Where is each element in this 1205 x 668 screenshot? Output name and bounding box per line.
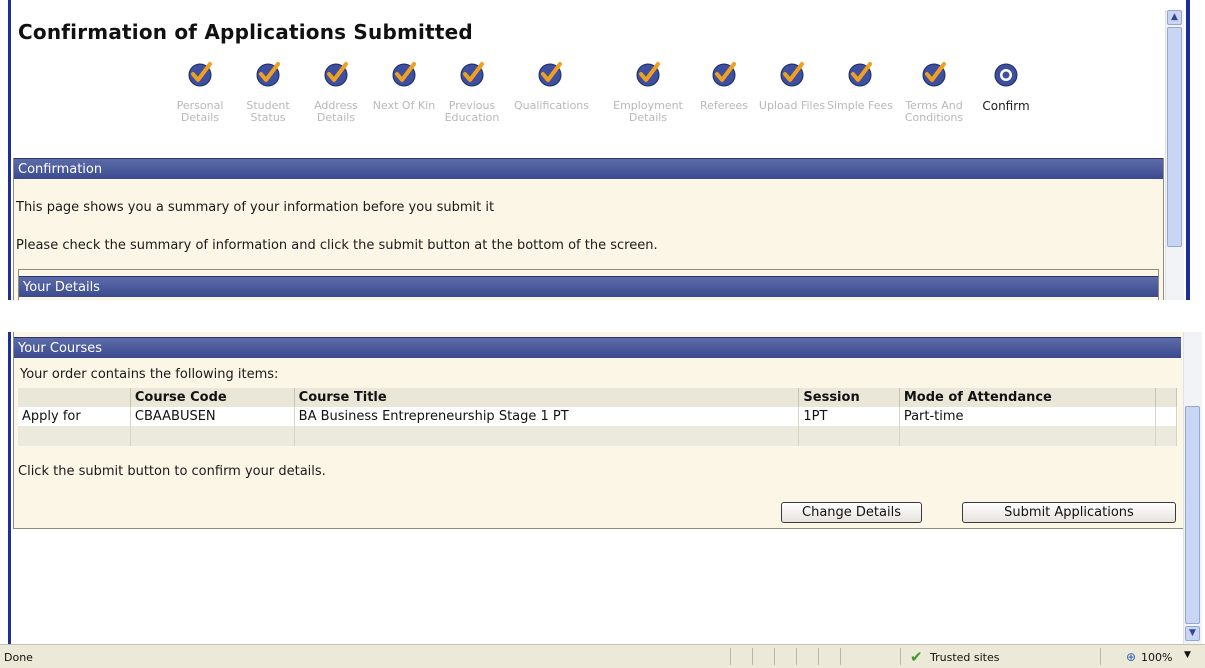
scroll-thumb[interactable]: [1167, 27, 1182, 247]
checkmark-icon: [712, 62, 736, 87]
vertical-scrollbar-top[interactable]: ▲: [1165, 10, 1184, 300]
col-header-course-code: Course Code: [130, 388, 295, 407]
table-row: Apply for CBAABUSEN BA Business Entrepre…: [18, 407, 1177, 426]
col-header-spacer: [1155, 388, 1177, 407]
window-right-border: [1186, 0, 1190, 300]
zone-label[interactable]: Trusted sites: [930, 651, 1000, 664]
step-label: Simple Fees: [826, 99, 894, 112]
confirmation-header: Confirmation: [14, 158, 1163, 179]
courses-header: Your Courses: [14, 337, 1181, 358]
cell-spacer: [1155, 407, 1177, 426]
step-label: Referees: [699, 99, 749, 112]
step-address-details[interactable]: Address Details: [300, 60, 372, 124]
col-header-course-title: Course Title: [294, 388, 800, 407]
confirmation-line-1: This page shows you a summary of your in…: [16, 200, 495, 215]
checkmark-icon: [324, 62, 348, 87]
step-label: Confirm: [982, 99, 1030, 113]
page-bottom-viewport: Your Courses Your order contains the fol…: [0, 332, 1205, 668]
cell-course-code: CBAABUSEN: [130, 407, 295, 426]
cell-session: 1PT: [798, 407, 900, 426]
step-label: Terms And Conditions: [904, 99, 964, 124]
step-label: Address Details: [314, 99, 358, 124]
status-divider: [818, 648, 819, 665]
scroll-down-icon[interactable]: ▼: [1185, 626, 1200, 641]
vertical-scrollbar-bottom[interactable]: ▼: [1183, 332, 1202, 644]
window-left-border: [8, 0, 11, 300]
empty-cell: [798, 426, 900, 446]
cell-course-title: BA Business Entrepreneurship Stage 1 PT: [294, 407, 800, 426]
step-label: Previous Education: [444, 99, 500, 124]
step-referees[interactable]: Referees: [688, 60, 760, 112]
page-title: Confirmation of Applications Submitted: [18, 20, 473, 44]
submit-applications-button[interactable]: Submit Applications: [962, 502, 1176, 523]
current-step-icon: [994, 63, 1018, 87]
step-label: Next Of Kin: [372, 99, 436, 112]
cell-mode: Part-time: [899, 407, 1157, 426]
step-label: Qualifications: [514, 99, 590, 112]
status-divider: [752, 648, 753, 665]
zoom-dropdown-icon[interactable]: ▼: [1184, 650, 1191, 660]
step-label: Student Status: [246, 99, 290, 124]
change-details-button[interactable]: Change Details: [781, 502, 922, 523]
step-previous-education[interactable]: Previous Education: [436, 60, 508, 124]
trusted-check-icon: ✔: [910, 648, 923, 666]
step-qualifications[interactable]: Qualifications: [514, 60, 590, 112]
empty-cell: [18, 426, 131, 446]
checkmark-icon: [538, 62, 562, 87]
details-header: Your Details: [19, 276, 1158, 297]
courses-intro: Your order contains the following items:: [20, 367, 279, 382]
step-terms-and-conditions[interactable]: Terms And Conditions: [898, 60, 970, 124]
col-header-action: [18, 388, 131, 407]
step-confirm[interactable]: Confirm: [970, 60, 1042, 112]
step-student-status[interactable]: Student Status: [232, 60, 304, 124]
status-divider: [730, 648, 731, 665]
empty-cell: [294, 426, 800, 446]
status-divider: [900, 648, 901, 665]
checkmark-icon: [922, 62, 946, 87]
step-next-of-kin[interactable]: Next Of Kin: [368, 60, 440, 112]
status-bar: Done ✔ Trusted sites ⊕ 100% ▼: [0, 644, 1205, 668]
checkmark-icon: [460, 62, 484, 87]
table-row-empty: [18, 426, 1177, 446]
confirmation-panel: Confirmation This page shows you a summa…: [13, 158, 1164, 300]
submit-hint: Click the submit button to confirm your …: [18, 464, 326, 479]
status-divider: [774, 648, 775, 665]
checkmark-icon: [392, 62, 416, 87]
details-panel: Your Details: [18, 269, 1159, 300]
status-divider: [796, 648, 797, 665]
step-label: Personal Details: [176, 99, 224, 124]
status-text: Done: [4, 651, 33, 664]
step-label: Employment Details: [613, 99, 683, 124]
step-upload-files[interactable]: Upload Files: [756, 60, 828, 112]
checkmark-icon: [256, 62, 280, 87]
col-header-mode: Mode of Attendance: [899, 388, 1157, 407]
empty-cell: [1155, 426, 1177, 446]
step-employment-details[interactable]: Employment Details: [612, 60, 684, 124]
checkmark-icon: [848, 62, 872, 87]
scroll-thumb-2[interactable]: [1185, 406, 1200, 624]
empty-cell: [899, 426, 1157, 446]
zoom-icon[interactable]: ⊕: [1126, 650, 1136, 664]
step-personal-details[interactable]: Personal Details: [164, 60, 236, 124]
page-top-viewport: Confirmation of Applications Submitted P…: [0, 0, 1205, 300]
window-left-border-2: [8, 332, 11, 644]
step-label: Upload Files: [758, 99, 826, 112]
courses-table-header-row: Course Code Course Title Session Mode of…: [18, 388, 1177, 407]
checkmark-icon: [188, 62, 212, 87]
scroll-up-icon[interactable]: ▲: [1167, 10, 1182, 25]
cell-action: Apply for: [18, 407, 131, 426]
checkmark-icon: [780, 62, 804, 87]
checkmark-icon: [636, 62, 660, 87]
col-header-session: Session: [798, 388, 900, 407]
status-divider: [1100, 648, 1101, 665]
courses-table: Course Code Course Title Session Mode of…: [18, 388, 1177, 446]
empty-cell: [130, 426, 295, 446]
status-divider: [840, 648, 841, 665]
step-simple-fees[interactable]: Simple Fees: [824, 60, 896, 112]
zoom-level[interactable]: 100%: [1141, 651, 1172, 664]
confirmation-line-2: Please check the summary of information …: [16, 238, 658, 253]
